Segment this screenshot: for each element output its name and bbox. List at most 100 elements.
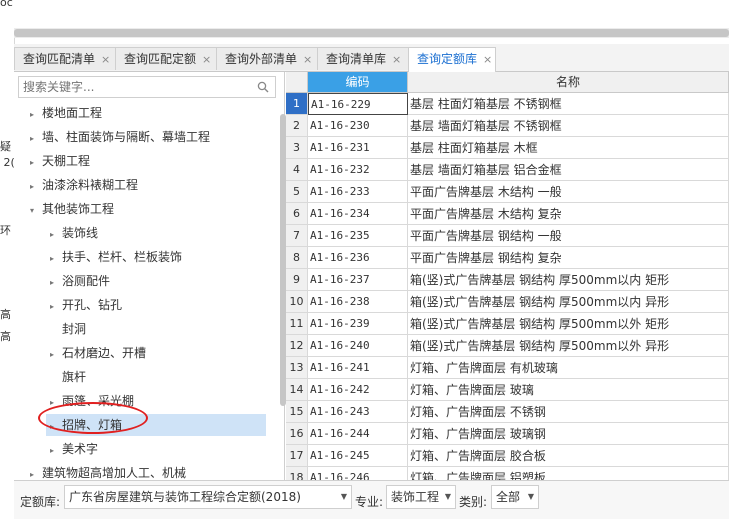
name-cell[interactable]: 灯箱、广告牌面层 铝塑板 xyxy=(408,467,729,480)
table-row[interactable]: 1 A1-16-229 基层 柱面灯箱基层 不锈钢框 xyxy=(286,93,729,115)
tab-query-matched-list[interactable]: 查询匹配清单 × xyxy=(14,47,116,70)
tree-item[interactable]: ▸ 建筑物超高增加人工、机械 xyxy=(14,462,276,480)
row-number[interactable]: 9 xyxy=(286,269,308,291)
row-number[interactable]: 8 xyxy=(286,247,308,269)
row-number[interactable]: 12 xyxy=(286,335,308,357)
category-select[interactable]: 全部 ▼ xyxy=(491,485,539,509)
tree-item[interactable]: ▸ 楼地面工程 xyxy=(14,102,276,124)
search-icon[interactable] xyxy=(257,81,269,93)
code-cell[interactable]: A1-16-230 xyxy=(308,115,408,137)
name-cell[interactable]: 基层 柱面灯箱基层 不锈钢框 xyxy=(408,93,729,115)
chevron-right-icon[interactable]: ▸ xyxy=(50,440,62,462)
tree-item[interactable]: 封洞 xyxy=(14,318,276,340)
table-row[interactable]: 13 A1-16-241 灯箱、广告牌面层 有机玻璃 xyxy=(286,357,729,379)
name-cell[interactable]: 平面广告牌基层 钢结构 复杂 xyxy=(408,247,729,269)
close-icon[interactable]: × xyxy=(483,53,492,66)
row-number[interactable]: 6 xyxy=(286,203,308,225)
chevron-right-icon[interactable]: ▸ xyxy=(30,176,42,198)
column-header-name[interactable]: 名称 xyxy=(408,72,729,93)
close-icon[interactable]: × xyxy=(101,53,110,66)
search-input[interactable] xyxy=(19,77,253,97)
table-row[interactable]: 12 A1-16-240 箱(竖)式广告牌基层 钢结构 厚500mm以外 异形 xyxy=(286,335,729,357)
tree-item[interactable]: ▸ 美术字 xyxy=(14,438,276,460)
tree-item[interactable]: ▸ 墙、柱面装饰与隔断、幕墙工程 xyxy=(14,126,276,148)
row-number[interactable]: 16 xyxy=(286,423,308,445)
row-number[interactable]: 13 xyxy=(286,357,308,379)
horizontal-scrollbar[interactable] xyxy=(14,28,729,38)
name-cell[interactable]: 灯箱、广告牌面层 有机玻璃 xyxy=(408,357,729,379)
row-number[interactable]: 11 xyxy=(286,313,308,335)
table-row[interactable]: 11 A1-16-239 箱(竖)式广告牌基层 钢结构 厚500mm以外 矩形 xyxy=(286,313,729,335)
row-number[interactable]: 5 xyxy=(286,181,308,203)
chevron-right-icon[interactable]: ▸ xyxy=(30,128,42,150)
code-cell[interactable]: A1-16-231 xyxy=(308,137,408,159)
code-cell[interactable]: A1-16-233 xyxy=(308,181,408,203)
name-cell[interactable]: 箱(竖)式广告牌基层 钢结构 厚500mm以内 异形 xyxy=(408,291,729,313)
name-cell[interactable]: 箱(竖)式广告牌基层 钢结构 厚500mm以外 异形 xyxy=(408,335,729,357)
name-cell[interactable]: 灯箱、广告牌面层 不锈钢 xyxy=(408,401,729,423)
table-row[interactable]: 9 A1-16-237 箱(竖)式广告牌基层 钢结构 厚500mm以内 矩形 xyxy=(286,269,729,291)
chevron-right-icon[interactable]: ▸ xyxy=(30,104,42,126)
code-cell[interactable]: A1-16-238 xyxy=(308,291,408,313)
tree-item[interactable]: 旗杆 xyxy=(14,366,276,388)
table-row[interactable]: 8 A1-16-236 平面广告牌基层 钢结构 复杂 xyxy=(286,247,729,269)
name-cell[interactable]: 基层 墙面灯箱基层 铝合金框 xyxy=(408,159,729,181)
library-select[interactable]: 广东省房屋建筑与装饰工程综合定额(2018) ▼ xyxy=(64,485,352,509)
code-cell[interactable]: A1-16-244 xyxy=(308,423,408,445)
name-cell[interactable]: 灯箱、广告牌面层 玻璃钢 xyxy=(408,423,729,445)
row-number[interactable]: 7 xyxy=(286,225,308,247)
table-row[interactable]: 3 A1-16-231 基层 柱面灯箱基层 木框 xyxy=(286,137,729,159)
code-cell[interactable]: A1-16-236 xyxy=(308,247,408,269)
code-cell[interactable]: A1-16-237 xyxy=(308,269,408,291)
tree-item[interactable]: ▸ 油漆涂料裱糊工程 xyxy=(14,174,276,196)
close-icon[interactable]: × xyxy=(303,53,312,66)
row-number[interactable]: 15 xyxy=(286,401,308,423)
table-row[interactable]: 18 A1-16-246 灯箱、广告牌面层 铝塑板 xyxy=(286,467,729,480)
close-icon[interactable]: × xyxy=(202,53,211,66)
row-number[interactable]: 10 xyxy=(286,291,308,313)
chevron-right-icon[interactable]: ▸ xyxy=(50,224,62,246)
code-cell[interactable]: A1-16-242 xyxy=(308,379,408,401)
chevron-right-icon[interactable]: ▸ xyxy=(50,272,62,294)
name-cell[interactable]: 平面广告牌基层 木结构 复杂 xyxy=(408,203,729,225)
code-cell[interactable]: A1-16-240 xyxy=(308,335,408,357)
tab-query-external-list[interactable]: 查询外部清单 × xyxy=(216,47,318,70)
chevron-right-icon[interactable]: ▸ xyxy=(50,296,62,318)
chevron-right-icon[interactable]: ▸ xyxy=(50,248,62,270)
code-cell[interactable]: A1-16-234 xyxy=(308,203,408,225)
tree-item[interactable]: ▸ 浴厕配件 xyxy=(14,270,276,292)
name-cell[interactable]: 平面广告牌基层 钢结构 一般 xyxy=(408,225,729,247)
name-cell[interactable]: 平面广告牌基层 木结构 一般 xyxy=(408,181,729,203)
table-row[interactable]: 14 A1-16-242 灯箱、广告牌面层 玻璃 xyxy=(286,379,729,401)
tab-query-list-library[interactable]: 查询清单库 × xyxy=(317,47,409,70)
code-cell[interactable]: A1-16-239 xyxy=(308,313,408,335)
table-row[interactable]: 4 A1-16-232 基层 墙面灯箱基层 铝合金框 xyxy=(286,159,729,181)
tab-query-matched-quota[interactable]: 查询匹配定额 × xyxy=(115,47,217,70)
close-icon[interactable]: × xyxy=(392,53,401,66)
row-number[interactable]: 18 xyxy=(286,467,308,480)
chevron-right-icon[interactable]: ▸ xyxy=(30,152,42,174)
name-cell[interactable]: 箱(竖)式广告牌基层 钢结构 厚500mm以外 矩形 xyxy=(408,313,729,335)
code-cell[interactable]: A1-16-229 xyxy=(308,93,408,115)
row-number[interactable]: 4 xyxy=(286,159,308,181)
code-cell[interactable]: A1-16-232 xyxy=(308,159,408,181)
code-cell[interactable]: A1-16-245 xyxy=(308,445,408,467)
row-number[interactable]: 17 xyxy=(286,445,308,467)
code-cell[interactable]: A1-16-235 xyxy=(308,225,408,247)
tree-item[interactable]: ▸ 开孔、钻孔 xyxy=(14,294,276,316)
table-row[interactable]: 6 A1-16-234 平面广告牌基层 木结构 复杂 xyxy=(286,203,729,225)
table-row[interactable]: 15 A1-16-243 灯箱、广告牌面层 不锈钢 xyxy=(286,401,729,423)
row-number[interactable]: 2 xyxy=(286,115,308,137)
table-row[interactable]: 7 A1-16-235 平面广告牌基层 钢结构 一般 xyxy=(286,225,729,247)
tree-item[interactable]: ▸ 天棚工程 xyxy=(14,150,276,172)
row-number[interactable]: 1 xyxy=(286,93,308,115)
column-header-code[interactable]: 编码 xyxy=(308,72,408,93)
name-cell[interactable]: 基层 柱面灯箱基层 木框 xyxy=(408,137,729,159)
table-row[interactable]: 2 A1-16-230 基层 墙面灯箱基层 不锈钢框 xyxy=(286,115,729,137)
chevron-right-icon[interactable]: ▸ xyxy=(50,344,62,366)
tree-item[interactable]: ▸ 石材磨边、开槽 xyxy=(14,342,276,364)
table-row[interactable]: 16 A1-16-244 灯箱、广告牌面层 玻璃钢 xyxy=(286,423,729,445)
code-cell[interactable]: A1-16-243 xyxy=(308,401,408,423)
tree-item[interactable]: ▾ 其他装饰工程 xyxy=(14,198,276,220)
scrollbar-thumb[interactable] xyxy=(14,29,729,37)
